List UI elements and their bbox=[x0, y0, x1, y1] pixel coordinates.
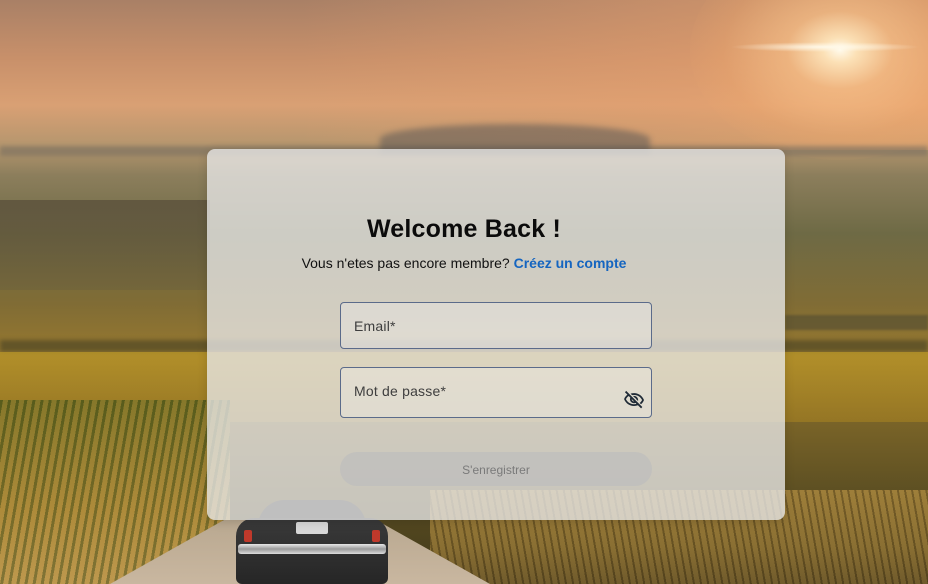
eye-off-icon[interactable] bbox=[623, 389, 645, 411]
sun-flare bbox=[730, 42, 920, 52]
signup-prompt-text: Vous n'etes pas encore membre? bbox=[301, 255, 510, 271]
email-field[interactable]: Email* bbox=[340, 302, 655, 350]
field-left bbox=[0, 200, 210, 290]
signup-prompt: Vous n'etes pas encore membre? Créez un … bbox=[0, 255, 928, 271]
register-button[interactable]: S'enregistrer bbox=[340, 452, 652, 486]
password-input[interactable] bbox=[341, 368, 655, 419]
email-input[interactable] bbox=[341, 303, 655, 350]
create-account-link[interactable]: Créez un compte bbox=[514, 255, 627, 271]
page-title: Welcome Back ! bbox=[366, 215, 562, 243]
password-field[interactable]: Mot de passe* bbox=[340, 367, 655, 419]
field-right bbox=[785, 315, 928, 330]
